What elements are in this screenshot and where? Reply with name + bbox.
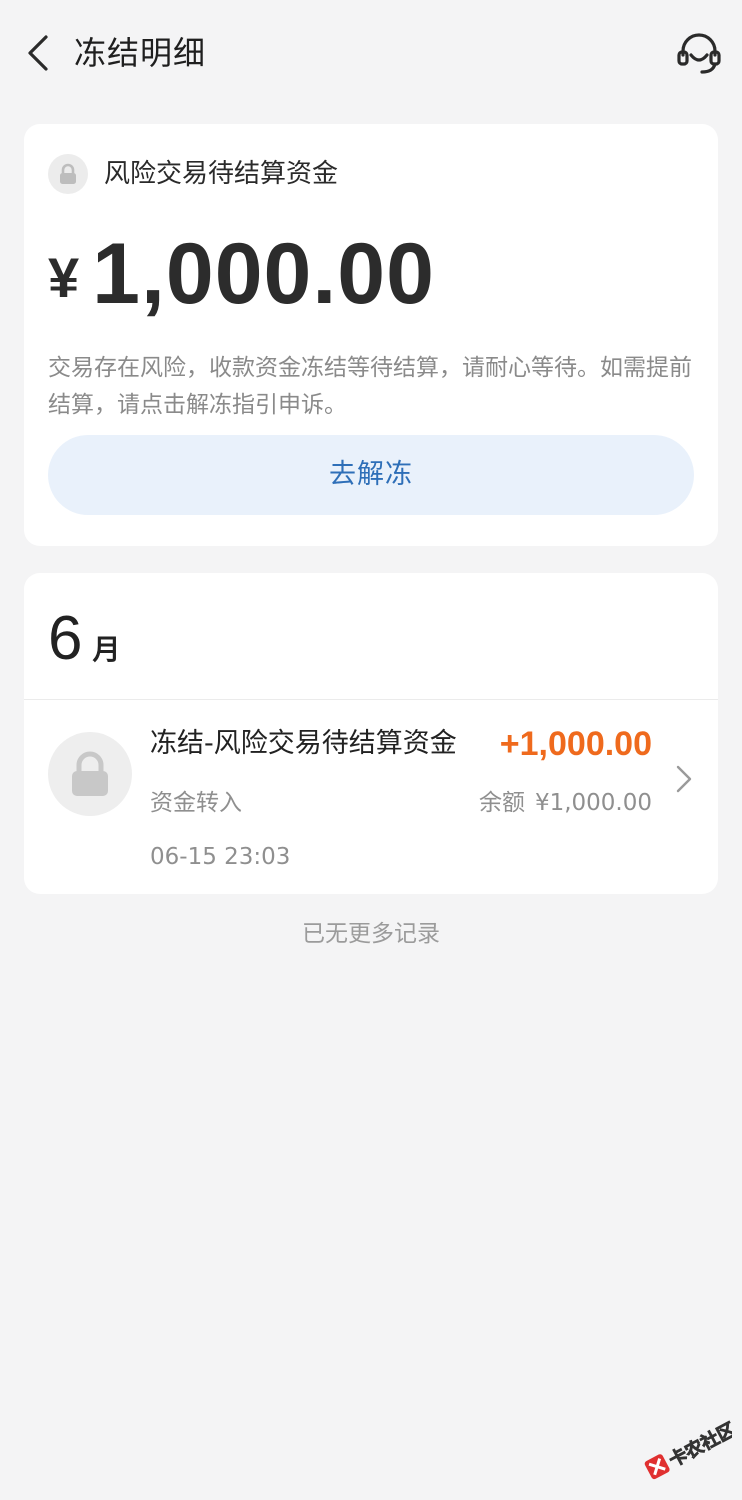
record-row[interactable]: 冻结-风险交易待结算资金 +1,000.00 资金转入 余额 ¥1,000.00 … <box>24 700 718 894</box>
lock-badge <box>48 154 88 194</box>
frozen-amount-value: 1,000.00 <box>92 226 435 322</box>
balance-value: ¥1,000.00 <box>534 790 652 816</box>
customer-service-headset-icon <box>677 33 721 74</box>
no-more-records-text: 已无更多记录 <box>302 921 440 947</box>
record-amount: +1,000.00 <box>499 725 652 763</box>
page-title: 冻结明细 <box>74 34 207 72</box>
month-unit: 月 <box>92 633 121 666</box>
chevron-right-icon <box>672 762 696 796</box>
record-type: 资金转入 <box>150 790 242 816</box>
record-lock-badge <box>48 732 132 816</box>
back-button[interactable] <box>18 30 58 76</box>
record-title: 冻结-风险交易待结算资金 <box>150 728 457 759</box>
balance-label: 余额 <box>478 790 525 816</box>
unfreeze-button[interactable]: 去解冻 <box>48 435 694 515</box>
freeze-notice: 交易存在风险，收款资金冻结等待结算，请耐心等待。如需提前结算，请点击解冻指引申诉… <box>48 355 692 418</box>
month-number: 6 <box>48 604 83 673</box>
currency-symbol: ¥ <box>48 246 81 309</box>
record-balance: 余额 ¥1,000.00 <box>479 786 652 820</box>
top-bar: 冻结明细 <box>0 0 742 106</box>
record-time: 06-15 23:03 <box>150 844 291 870</box>
frozen-summary-card: 风险交易待结算资金 ¥1,000.00 交易存在风险，收款资金冻结等待结算，请耐… <box>24 124 718 546</box>
watermark-logo: 卡农社区 <box>636 1414 740 1484</box>
month-header: 6月 <box>48 599 121 679</box>
records-card: 6月 冻结-风险交易待结算资金 +1,000.00 资金转入 余额 ¥1,000.… <box>24 573 718 894</box>
svg-text:卡农社区: 卡农社区 <box>665 1418 732 1471</box>
chevron-left-icon <box>28 35 48 71</box>
lock-icon <box>72 751 108 796</box>
lock-icon <box>60 163 76 184</box>
frozen-amount: ¥1,000.00 <box>48 228 435 324</box>
fund-type-label: 风险交易待结算资金 <box>104 159 339 189</box>
customer-service-button[interactable] <box>674 28 724 78</box>
